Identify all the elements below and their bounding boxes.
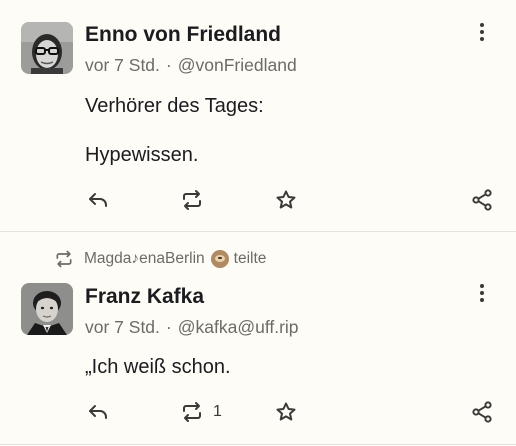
- boost-icon: [183, 402, 201, 422]
- avatar[interactable]: [21, 283, 73, 335]
- status-post[interactable]: Magda♪enaBerlin teilte Franz Kafka vor 7…: [0, 232, 516, 446]
- author-name[interactable]: Enno von Friedland: [85, 23, 281, 47]
- post-time[interactable]: vor 7 Std.: [85, 55, 160, 75]
- boost-button[interactable]: [178, 398, 206, 426]
- more-vertical-icon: [480, 284, 484, 288]
- post-paragraph: Verhörer des Tages:: [85, 95, 264, 117]
- author-handle[interactable]: @vonFriedland: [178, 55, 297, 75]
- share-icon: [472, 401, 492, 423]
- author-handle[interactable]: @kafka@uff.rip: [178, 317, 299, 337]
- post-paragraph: „Ich weiß schon.: [85, 356, 231, 378]
- post-meta: vor 7 Std. · @vonFriedland: [85, 55, 297, 76]
- more-options-button[interactable]: [472, 280, 492, 306]
- share-button[interactable]: [468, 398, 496, 426]
- reply-icon: [89, 193, 107, 207]
- post-divider: [0, 444, 516, 445]
- boost-button[interactable]: [178, 186, 206, 214]
- star-icon: [276, 402, 296, 421]
- favourite-button[interactable]: [272, 186, 300, 214]
- meta-separator: ·: [165, 317, 172, 337]
- star-icon: [276, 190, 296, 209]
- share-icon: [472, 189, 492, 211]
- boosted-by-row[interactable]: Magda♪enaBerlin teilte: [54, 248, 266, 270]
- meta-separator: ·: [165, 55, 172, 75]
- share-button[interactable]: [468, 186, 496, 214]
- favourite-button[interactable]: [272, 398, 300, 426]
- post-paragraph: Hypewissen.: [85, 144, 199, 166]
- post-meta: vor 7 Std. · @kafka@uff.rip: [85, 317, 299, 338]
- sloth-emoji-icon: [210, 250, 229, 268]
- boost-icon: [56, 250, 72, 268]
- boost-icon: [183, 190, 201, 210]
- reply-button[interactable]: [84, 398, 112, 426]
- post-time[interactable]: vor 7 Std.: [85, 317, 160, 337]
- more-options-button[interactable]: [472, 19, 492, 45]
- boost-count: 1: [213, 403, 222, 420]
- more-vertical-icon: [480, 23, 484, 27]
- reply-button[interactable]: [84, 186, 112, 214]
- boosted-label: teilte: [233, 250, 267, 267]
- reply-icon: [89, 405, 107, 419]
- status-post[interactable]: Enno von Friedland vor 7 Std. · @vonFriedl…: [0, 0, 516, 231]
- avatar[interactable]: [21, 22, 73, 74]
- author-name[interactable]: Franz Kafka: [85, 285, 204, 309]
- booster-name[interactable]: Magda♪enaBerlin: [84, 250, 205, 268]
